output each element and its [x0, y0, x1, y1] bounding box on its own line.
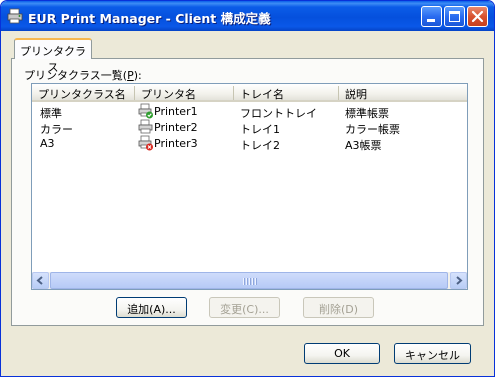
- cancel-button[interactable]: キャンセル: [394, 343, 471, 364]
- change-button[interactable]: 変更(C)...: [209, 297, 280, 318]
- cell-printer-name: Printer1: [154, 105, 198, 118]
- maximize-button[interactable]: [444, 6, 465, 27]
- table-row[interactable]: 標準 Printer1 フロントトレイ 標準帳票: [32, 103, 467, 120]
- app-printer-icon: [7, 8, 23, 24]
- horizontal-scrollbar[interactable]: [32, 272, 467, 289]
- printer-ok-icon: [138, 103, 153, 119]
- delete-button[interactable]: 削除(D): [303, 297, 374, 318]
- cell-description: A3帳票: [345, 139, 382, 152]
- column-header-class-name[interactable]: プリンタクラス名: [32, 86, 135, 101]
- dialog-window: EUR Print Manager - Client 構成定義 プリンタクラス …: [0, 0, 495, 377]
- chevron-left-icon: [36, 276, 43, 285]
- list-header: プリンタクラス名 プリンタ名 トレイ名 説明: [32, 84, 467, 102]
- window-title: EUR Print Manager - Client 構成定義: [28, 11, 271, 26]
- tab-printer-class[interactable]: プリンタクラス: [14, 38, 92, 74]
- cell-class-name: A3: [40, 137, 55, 150]
- printer-class-listview[interactable]: プリンタクラス名 プリンタ名 トレイ名 説明 標準 Printer1 フロントト…: [31, 83, 468, 290]
- cell-description: カラー帳票: [345, 123, 400, 136]
- column-header-description[interactable]: 説明: [339, 86, 467, 101]
- grip-icon: [243, 278, 257, 285]
- minimize-icon: [427, 19, 435, 22]
- printer-icon: [138, 119, 153, 134]
- column-header-printer-name[interactable]: プリンタ名: [135, 86, 234, 101]
- maximize-icon: [449, 11, 460, 22]
- cell-printer-name: Printer2: [154, 121, 198, 134]
- cell-tray-name: トレイ2: [240, 139, 280, 152]
- cell-tray-name: フロントトレイ: [240, 107, 317, 120]
- add-button[interactable]: 追加(A)...: [116, 297, 187, 318]
- printer-error-icon: [138, 135, 153, 151]
- printer-class-list-label: プリンタクラス一覧(P):: [24, 69, 142, 82]
- scroll-left-button[interactable]: [32, 272, 49, 289]
- table-row[interactable]: A3 Printer3 トレイ2 A3帳票: [32, 135, 467, 152]
- title-bar[interactable]: EUR Print Manager - Client 構成定義: [1, 1, 494, 31]
- close-button[interactable]: [467, 6, 488, 27]
- cell-class-name: カラー: [40, 123, 73, 136]
- cell-class-name: 標準: [40, 107, 62, 120]
- scroll-right-button[interactable]: [450, 272, 467, 289]
- cell-tray-name: トレイ1: [240, 123, 280, 136]
- table-row[interactable]: カラー Printer2 トレイ1 カラー帳票: [32, 119, 467, 136]
- cell-printer-name: Printer3: [154, 137, 198, 150]
- ok-button[interactable]: OK: [304, 343, 380, 364]
- scroll-thumb[interactable]: [50, 272, 448, 289]
- minimize-button[interactable]: [421, 6, 442, 27]
- chevron-right-icon: [456, 276, 463, 285]
- close-icon: [471, 10, 484, 23]
- cell-description: 標準帳票: [345, 107, 389, 120]
- column-header-tray-name[interactable]: トレイ名: [234, 86, 339, 101]
